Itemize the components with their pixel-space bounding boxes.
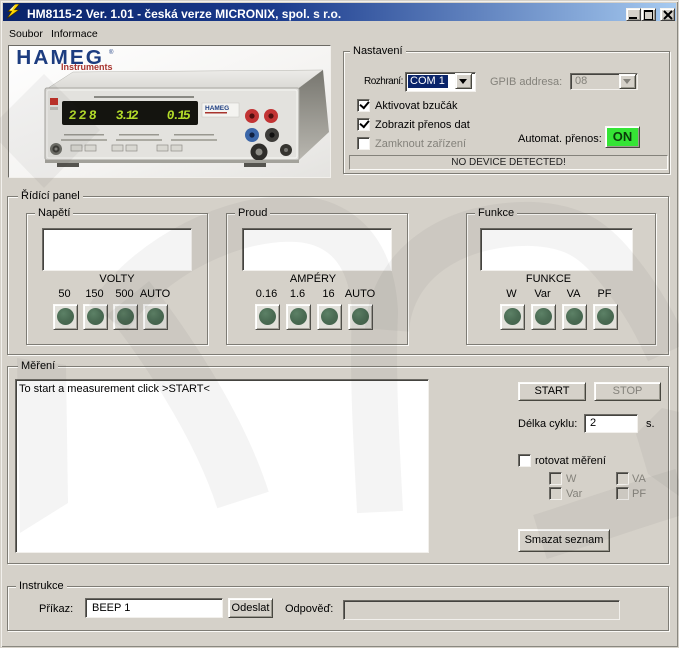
svg-text:228: 228 bbox=[68, 108, 98, 123]
svg-text:®: ® bbox=[109, 49, 114, 56]
svg-text:Instruments: Instruments bbox=[61, 62, 113, 72]
svg-text:3.12: 3.12 bbox=[115, 108, 140, 123]
svg-text:0.15: 0.15 bbox=[166, 108, 192, 123]
svg-text:HAMEG: HAMEG bbox=[205, 105, 229, 112]
